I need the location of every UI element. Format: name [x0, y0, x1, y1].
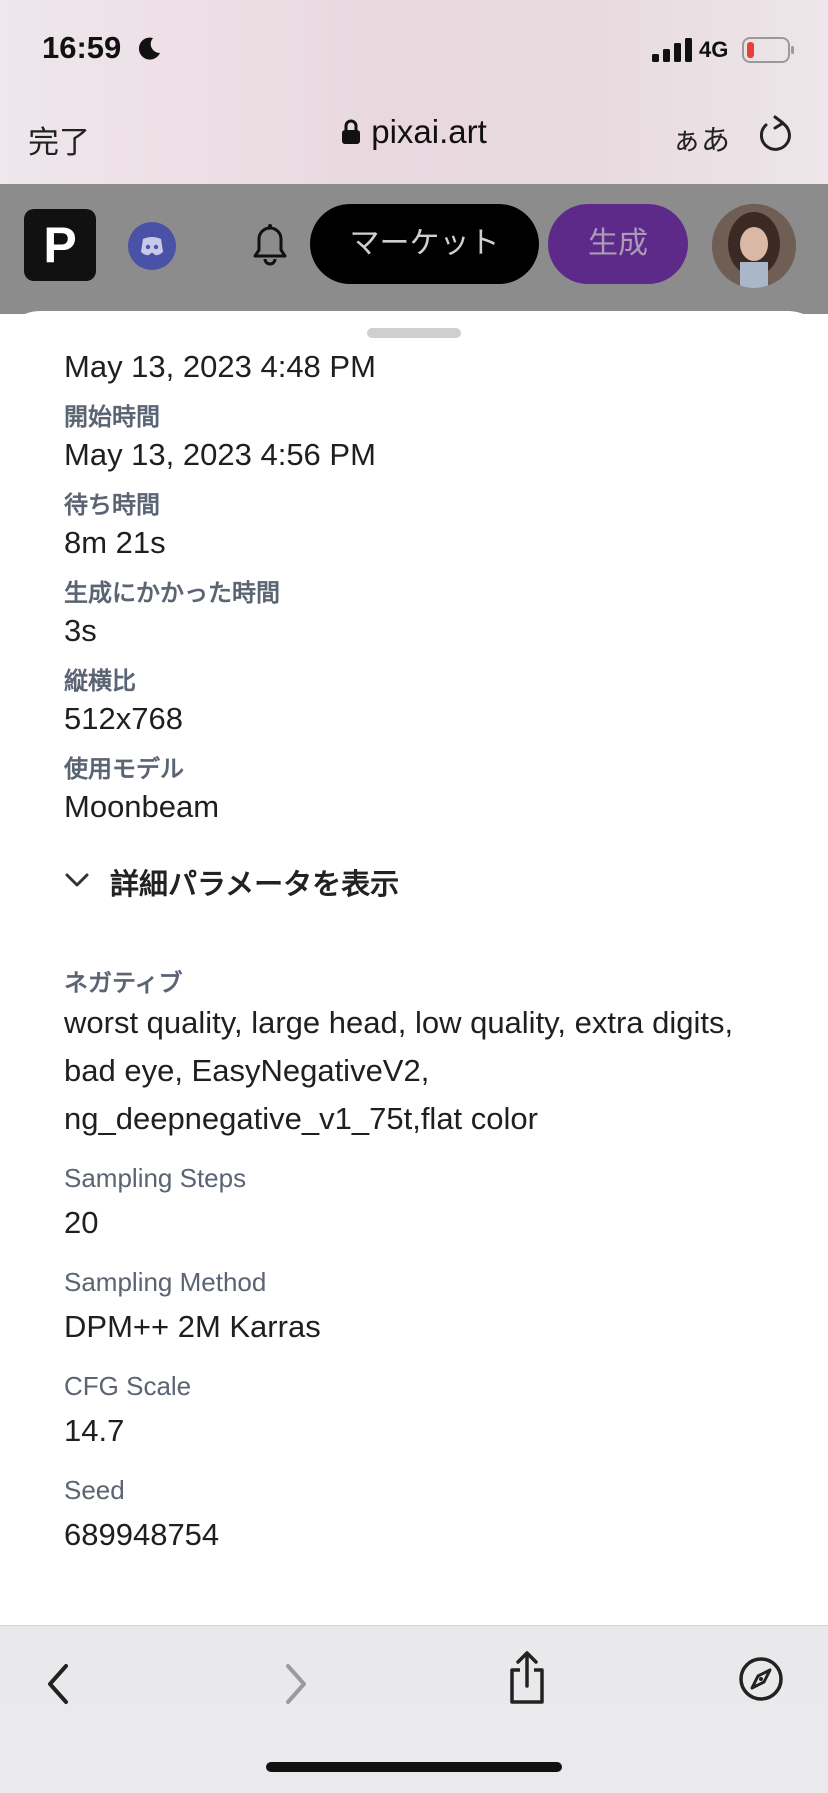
- signal-icon: [652, 38, 692, 62]
- share-icon[interactable]: [506, 1650, 548, 1706]
- bell-icon[interactable]: [252, 224, 288, 266]
- home-indicator[interactable]: [266, 1762, 562, 1772]
- cfg-scale-label: CFG Scale: [64, 1371, 192, 1401]
- safari-top-bar: 16:59 4G 完了 pixai.art ぁあ: [0, 0, 828, 184]
- compass-icon[interactable]: [738, 1656, 784, 1702]
- lock-icon: [342, 119, 361, 144]
- chevron-down-icon: [65, 873, 89, 887]
- battery-icon: [742, 37, 794, 63]
- moon-icon: [138, 37, 160, 60]
- seed-label: Seed: [64, 1475, 125, 1505]
- details-sheet: May 13, 2023 4:48 PM 開始時間 May 13, 2023 4…: [0, 311, 828, 1626]
- site-logo[interactable]: P: [24, 209, 96, 281]
- back-arrow-icon[interactable]: [44, 1662, 72, 1706]
- start-time-label: 開始時間: [64, 403, 160, 431]
- sheet-grabber[interactable]: [367, 328, 461, 338]
- address-text: pixai.art: [371, 113, 487, 150]
- avatar[interactable]: [712, 204, 796, 288]
- text-size-button[interactable]: ぁあ: [672, 117, 730, 159]
- created-value: May 13, 2023 4:48 PM: [64, 349, 376, 384]
- market-button[interactable]: マーケット: [310, 204, 539, 284]
- site-header-dimmed: P マーケット 生成: [0, 184, 828, 314]
- negative-prompt-text: worst quality, large head, low quality, …: [64, 999, 764, 1143]
- sampling-steps-label: Sampling Steps: [64, 1163, 247, 1193]
- wait-time-label: 待ち時間: [64, 491, 160, 519]
- forward-arrow-icon[interactable]: [282, 1662, 310, 1706]
- generation-time-label: 生成にかかった時間: [64, 579, 280, 607]
- show-advanced-label: 詳細パラメータを表示: [110, 867, 400, 901]
- status-time: 16:59: [42, 30, 122, 65]
- model-value: Moonbeam: [64, 789, 220, 824]
- reload-icon[interactable]: [757, 114, 793, 154]
- aspect-ratio-label: 縦横比: [64, 667, 136, 695]
- generate-button[interactable]: 生成: [548, 204, 688, 284]
- start-time-value: May 13, 2023 4:56 PM: [64, 437, 376, 472]
- discord-icon[interactable]: [128, 222, 176, 270]
- sampling-steps-value: 20: [64, 1205, 99, 1240]
- generation-time-value: 3s: [64, 613, 97, 648]
- negative-line: bad eye, EasyNegativeV2,: [64, 1053, 430, 1088]
- negative-line: ng_deepnegative_v1_75t,flat color: [64, 1101, 538, 1136]
- aspect-ratio-value: 512x768: [64, 701, 183, 736]
- seed-value: 689948754: [64, 1517, 220, 1552]
- sampling-method-value: DPM++ 2M Karras: [64, 1309, 321, 1344]
- negative-prompt-label: ネガティブ: [64, 969, 183, 997]
- sampling-method-label: Sampling Method: [64, 1267, 267, 1297]
- negative-line: worst quality, large head, low quality, …: [64, 1005, 734, 1040]
- wait-time-value: 8m 21s: [64, 525, 166, 560]
- cfg-scale-value: 14.7: [64, 1413, 125, 1448]
- model-label: 使用モデル: [64, 755, 184, 783]
- network-label: 4G: [699, 37, 729, 62]
